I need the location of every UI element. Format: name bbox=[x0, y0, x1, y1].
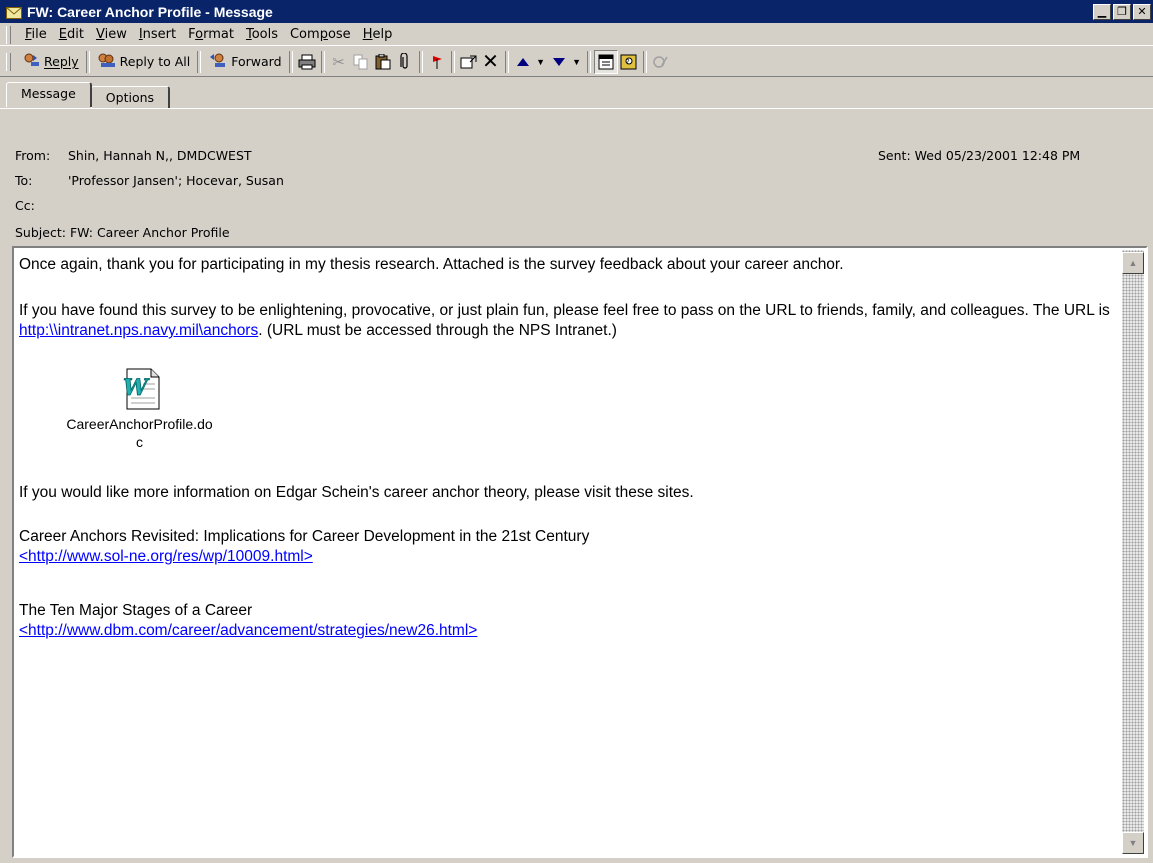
from-value[interactable]: Shin, Hannah N,, DMDCWEST bbox=[68, 148, 252, 163]
toolbar-grip bbox=[6, 52, 11, 71]
toolbar-separator bbox=[504, 50, 509, 73]
close-button[interactable]: ✕ bbox=[1133, 3, 1151, 20]
envelope-icon bbox=[6, 6, 22, 19]
scroll-up-button[interactable]: ▲ bbox=[1122, 252, 1144, 274]
subject-value: FW: Career Anchor Profile bbox=[69, 225, 230, 240]
to-label: To: bbox=[15, 173, 33, 188]
subject-row: Subject: FW: Career Anchor Profile bbox=[15, 225, 230, 240]
check-names-icon[interactable] bbox=[650, 51, 672, 73]
copy-icon[interactable] bbox=[350, 51, 372, 73]
toolbar-separator bbox=[450, 50, 455, 73]
menu-help[interactable]: Help bbox=[357, 27, 399, 42]
toolbar-separator bbox=[642, 50, 647, 73]
toolbar-separator bbox=[320, 50, 325, 73]
toolbar-separator bbox=[85, 50, 90, 73]
link1-title: Career Anchors Revisited: Implications f… bbox=[19, 528, 590, 545]
flag-icon[interactable] bbox=[426, 51, 448, 73]
attachment-name-wrap: c bbox=[136, 434, 143, 450]
menu-insert[interactable]: Insert bbox=[133, 27, 182, 42]
reply-button[interactable]: Reply bbox=[19, 50, 83, 74]
svg-text:W: W bbox=[123, 375, 150, 401]
print-icon[interactable] bbox=[296, 51, 318, 73]
sol-ne-link[interactable]: <http://www.sol-ne.org/res/wp/10009.html… bbox=[19, 548, 313, 565]
word-document-icon: W bbox=[117, 368, 163, 410]
attachment-name: CareerAnchorProfile.do bbox=[66, 416, 213, 432]
svg-text:?: ? bbox=[626, 58, 630, 66]
reply-all-icon bbox=[97, 52, 117, 71]
subject-label: Subject: bbox=[15, 225, 66, 240]
menu-view[interactable]: View bbox=[90, 27, 133, 42]
scroll-down-button[interactable]: ▼ bbox=[1122, 832, 1144, 854]
reply-all-button[interactable]: Reply to All bbox=[93, 50, 195, 74]
cc-row: Cc: bbox=[15, 198, 68, 213]
forward-icon bbox=[208, 52, 228, 71]
tab-message[interactable]: Message bbox=[6, 82, 92, 107]
sent-value: Wed 05/23/2001 12:48 PM bbox=[914, 148, 1081, 163]
to-value[interactable]: 'Professor Jansen'; Hocevar, Susan bbox=[68, 173, 284, 188]
window-title: FW: Career Anchor Profile - Message bbox=[27, 3, 273, 20]
menu-file[interactable]: File bbox=[19, 27, 53, 42]
to-row: To: 'Professor Jansen'; Hocevar, Susan bbox=[15, 173, 284, 188]
menubar-grip bbox=[6, 25, 11, 44]
toolbar-separator bbox=[418, 50, 423, 73]
move-to-folder-icon[interactable] bbox=[458, 51, 480, 73]
toolbar: Reply Reply to All Forward ✂ ✕ ▼ ▼ ? bbox=[0, 47, 1153, 77]
cc-label: Cc: bbox=[15, 198, 35, 213]
minimize-button[interactable]: ▁ bbox=[1093, 3, 1111, 20]
attachment[interactable]: W CareerAnchorProfile.do c bbox=[52, 368, 227, 450]
vertical-scrollbar[interactable]: ▲ ▼ bbox=[1122, 250, 1144, 854]
title-bar: FW: Career Anchor Profile - Message ▁ ❐ … bbox=[0, 0, 1153, 23]
message-tabs: Message Options bbox=[6, 82, 171, 109]
address-book-icon[interactable]: ? bbox=[618, 51, 640, 73]
sent-label: Sent: bbox=[878, 148, 911, 163]
next-dropdown-icon[interactable]: ▼ bbox=[570, 51, 584, 73]
cut-icon[interactable]: ✂ bbox=[328, 51, 350, 73]
toolbar-separator bbox=[288, 50, 293, 73]
link2-title: The Ten Major Stages of a Career bbox=[19, 602, 253, 619]
next-item-icon[interactable] bbox=[548, 51, 570, 73]
forward-button[interactable]: Forward bbox=[204, 50, 285, 74]
tab-divider bbox=[0, 108, 1153, 109]
delete-icon[interactable]: ✕ bbox=[480, 51, 502, 73]
from-row: From: Shin, Hannah N,, DMDCWEST bbox=[15, 148, 252, 163]
from-label: From: bbox=[15, 148, 51, 163]
message-header-icon[interactable] bbox=[593, 49, 618, 74]
dbm-link[interactable]: <http://www.dbm.com/career/advancement/s… bbox=[19, 622, 477, 639]
toolbar-separator bbox=[197, 50, 202, 73]
attach-icon[interactable] bbox=[394, 51, 416, 73]
body-paragraph-2: If you have found this survey to be enli… bbox=[19, 302, 1110, 339]
previous-dropdown-icon[interactable]: ▼ bbox=[534, 51, 548, 73]
paste-icon[interactable] bbox=[372, 51, 394, 73]
menu-compose[interactable]: Compose bbox=[284, 27, 357, 42]
reply-icon bbox=[23, 52, 41, 71]
maximize-button[interactable]: ❐ bbox=[1113, 3, 1131, 20]
menu-tools[interactable]: Tools bbox=[240, 27, 284, 42]
toolbar-separator bbox=[586, 50, 591, 73]
body-paragraph-3: If you would like more information on Ed… bbox=[19, 484, 694, 501]
sent-row: Sent: Wed 05/23/2001 12:48 PM bbox=[878, 148, 1080, 163]
menu-format[interactable]: Format bbox=[182, 27, 240, 42]
tab-options[interactable]: Options bbox=[90, 86, 171, 109]
menu-edit[interactable]: Edit bbox=[53, 27, 90, 42]
previous-item-icon[interactable] bbox=[512, 51, 534, 73]
body-paragraph-1: Once again, thank you for participating … bbox=[19, 256, 844, 273]
intranet-link[interactable]: http:\\intranet.nps.navy.mil\anchors bbox=[19, 322, 258, 339]
menu-bar: File Edit View Insert Format Tools Compo… bbox=[0, 24, 1153, 46]
